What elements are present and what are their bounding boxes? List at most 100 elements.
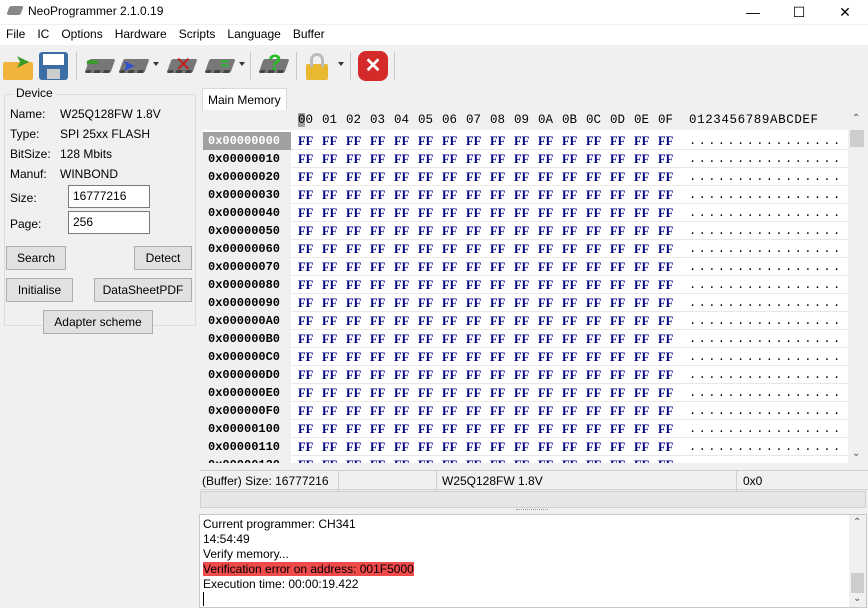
hex-byte[interactable]: FF <box>490 458 505 463</box>
hex-byte[interactable]: FF <box>634 242 649 257</box>
log-panel[interactable]: Current programmer: CH341 14:54:49 Verif… <box>199 514 867 608</box>
hex-byte[interactable]: FF <box>418 260 433 275</box>
hex-byte[interactable]: FF <box>322 296 337 311</box>
hex-byte[interactable]: FF <box>490 188 505 203</box>
hex-byte[interactable]: FF <box>634 368 649 383</box>
hex-byte[interactable]: FF <box>394 242 409 257</box>
log-scrollbar[interactable]: ⌃ ⌄ <box>849 515 866 607</box>
hex-byte[interactable]: FF <box>466 332 481 347</box>
hex-byte[interactable]: FF <box>634 134 649 149</box>
hex-byte[interactable]: FF <box>370 170 385 185</box>
hex-byte[interactable]: FF <box>538 278 553 293</box>
hex-byte[interactable]: FF <box>418 242 433 257</box>
hex-byte[interactable]: FF <box>370 368 385 383</box>
hex-byte[interactable]: FF <box>562 314 577 329</box>
hex-byte[interactable]: FF <box>658 350 673 365</box>
hex-byte[interactable]: FF <box>466 404 481 419</box>
hex-byte[interactable]: FF <box>634 332 649 347</box>
protect-dropdown-icon[interactable] <box>338 62 344 66</box>
scroll-thumb[interactable] <box>851 573 864 593</box>
hex-byte[interactable]: FF <box>658 314 673 329</box>
hex-byte[interactable]: FF <box>514 404 529 419</box>
menu-file[interactable]: File <box>0 25 31 45</box>
hex-byte[interactable]: FF <box>610 134 625 149</box>
hex-byte[interactable]: FF <box>298 422 313 437</box>
hex-byte[interactable]: FF <box>394 332 409 347</box>
hex-byte[interactable]: FF <box>610 332 625 347</box>
hex-byte[interactable]: FF <box>658 458 673 463</box>
hex-byte[interactable]: FF <box>298 170 313 185</box>
hex-byte[interactable]: FF <box>658 404 673 419</box>
hex-row[interactable]: 0x00000040 FF FF FF FF FF FF FF FF FF FF FF FF FF FF FF… <box>203 204 848 222</box>
hex-row[interactable]: 0x00000070 FF FF FF FF FF FF FF FF FF FF FF FF FF FF FF… <box>203 258 848 276</box>
hex-byte[interactable]: FF <box>298 260 313 275</box>
hex-byte[interactable]: FF <box>466 260 481 275</box>
hex-row[interactable]: 0x000000A0 FF FF FF FF FF FF FF FF FF FF FF FF FF FF FF… <box>203 312 848 330</box>
page-input[interactable]: 256 <box>68 211 150 234</box>
hex-byte[interactable]: FF <box>586 296 601 311</box>
hex-row[interactable]: 0x00000090 FF FF FF FF FF FF FF FF FF FF FF FF FF FF FF… <box>203 294 848 312</box>
detect-button[interactable]: Detect <box>134 246 192 270</box>
hex-byte[interactable]: FF <box>322 368 337 383</box>
hex-byte[interactable]: FF <box>538 404 553 419</box>
hex-byte[interactable]: FF <box>562 296 577 311</box>
hex-byte[interactable]: FF <box>394 386 409 401</box>
hex-byte[interactable]: FF <box>466 242 481 257</box>
hex-byte[interactable]: FF <box>298 152 313 167</box>
hex-byte[interactable]: FF <box>586 422 601 437</box>
maximize-button[interactable]: ☐ <box>776 0 822 24</box>
hex-byte[interactable]: FF <box>514 458 529 463</box>
hex-byte[interactable]: FF <box>610 368 625 383</box>
hex-row[interactable]: 0x000000D0 FF FF FF FF FF FF FF FF FF FF FF FF FF FF FF… <box>203 366 848 384</box>
hex-byte[interactable]: FF <box>634 152 649 167</box>
hex-byte[interactable]: FF <box>394 296 409 311</box>
hex-byte[interactable]: FF <box>346 224 361 239</box>
hex-byte[interactable]: FF <box>634 206 649 221</box>
hex-byte[interactable]: FF <box>490 404 505 419</box>
hex-byte[interactable]: FF <box>562 422 577 437</box>
hex-byte[interactable]: FF <box>346 170 361 185</box>
hex-byte[interactable]: FF <box>514 332 529 347</box>
hex-byte[interactable]: FF <box>322 242 337 257</box>
hex-byte[interactable]: FF <box>490 386 505 401</box>
hex-byte[interactable]: FF <box>322 386 337 401</box>
hex-byte[interactable]: FF <box>562 278 577 293</box>
hex-byte[interactable]: FF <box>370 386 385 401</box>
hex-byte[interactable]: FF <box>298 278 313 293</box>
datasheet-pdf-button[interactable]: DataSheetPDF <box>94 278 192 302</box>
hex-row[interactable]: 0x00000060 FF FF FF FF FF FF FF FF FF FF FF FF FF FF FF… <box>203 240 848 258</box>
hex-byte[interactable]: FF <box>394 314 409 329</box>
hex-row[interactable]: 0x00000020 FF FF FF FF FF FF FF FF FF FF FF FF FF FF FF… <box>203 168 848 186</box>
hex-byte[interactable]: FF <box>610 278 625 293</box>
hex-byte[interactable]: FF <box>442 350 457 365</box>
hex-byte[interactable]: FF <box>658 296 673 311</box>
hex-byte[interactable]: FF <box>610 260 625 275</box>
hex-byte[interactable]: FF <box>346 278 361 293</box>
hex-byte[interactable]: FF <box>490 296 505 311</box>
hex-byte[interactable]: FF <box>298 350 313 365</box>
hex-byte[interactable]: FF <box>370 314 385 329</box>
scroll-thumb[interactable] <box>850 130 864 147</box>
hex-byte[interactable]: FF <box>298 224 313 239</box>
hex-byte[interactable]: FF <box>322 224 337 239</box>
hex-byte[interactable]: FF <box>322 152 337 167</box>
hex-byte[interactable]: FF <box>586 260 601 275</box>
hex-byte[interactable]: FF <box>322 422 337 437</box>
hex-byte[interactable]: FF <box>562 404 577 419</box>
hex-byte[interactable]: FF <box>562 152 577 167</box>
hex-byte[interactable]: FF <box>658 224 673 239</box>
scroll-up-icon[interactable]: ⌃ <box>853 517 861 528</box>
hex-byte[interactable]: FF <box>538 422 553 437</box>
hex-byte[interactable]: FF <box>322 440 337 455</box>
hex-byte[interactable]: FF <box>658 242 673 257</box>
hex-byte[interactable]: FF <box>346 296 361 311</box>
menu-language[interactable]: Language <box>221 25 286 45</box>
hex-byte[interactable]: FF <box>586 350 601 365</box>
hex-byte[interactable]: FF <box>394 206 409 221</box>
hex-byte[interactable]: FF <box>466 206 481 221</box>
menu-scripts[interactable]: Scripts <box>173 25 222 45</box>
hex-byte[interactable]: FF <box>586 134 601 149</box>
hex-byte[interactable]: FF <box>322 332 337 347</box>
hex-byte[interactable]: FF <box>466 350 481 365</box>
hex-byte[interactable]: FF <box>442 458 457 463</box>
